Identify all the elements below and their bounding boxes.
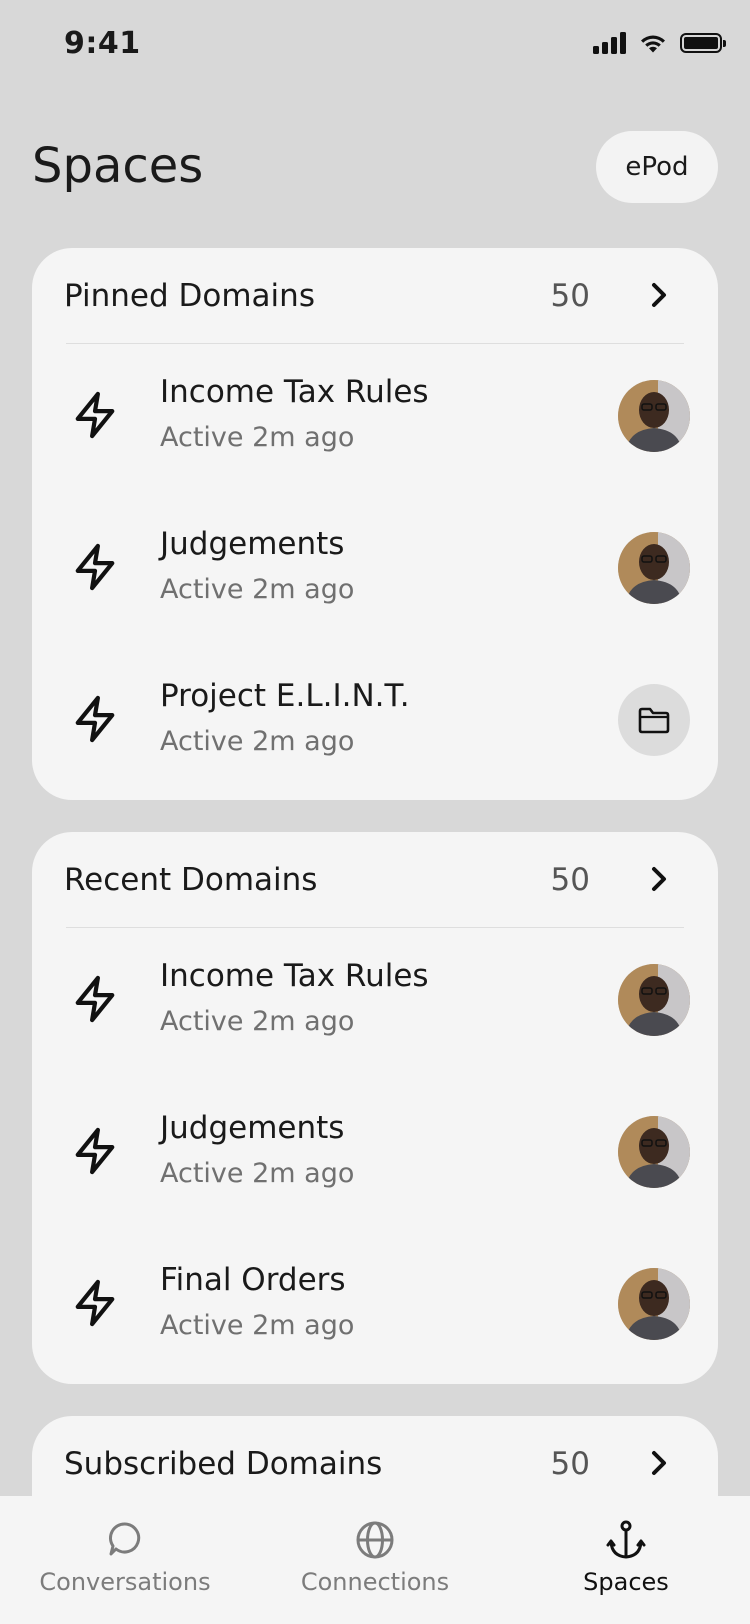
- pinned-domains-card: Pinned Domains 50 Income Tax Rules Activ…: [32, 248, 718, 800]
- avatar: [618, 380, 690, 452]
- domain-activity: Active 2m ago: [160, 574, 355, 605]
- tab-conversations[interactable]: Conversations: [38, 1496, 212, 1624]
- tab-connections[interactable]: Connections: [290, 1496, 460, 1624]
- lightning-bolt-icon: [75, 695, 115, 743]
- globe-icon: [356, 1521, 394, 1559]
- folder-icon: [638, 707, 670, 734]
- chevron-right-icon[interactable]: [644, 280, 674, 310]
- domain-title: Final Orders: [160, 1262, 346, 1298]
- domain-title: Income Tax Rules: [160, 958, 429, 994]
- recent-domains-card: Recent Domains 50 Income Tax Rules Activ…: [32, 832, 718, 1384]
- section-title: Subscribed Domains: [64, 1446, 383, 1482]
- status-time: 9:41: [64, 26, 141, 61]
- cellular-signal-icon: [593, 32, 626, 54]
- lightning-bolt-icon: [75, 543, 115, 591]
- avatar: [618, 532, 690, 604]
- status-icons: [593, 32, 726, 54]
- chevron-right-icon[interactable]: [644, 864, 674, 894]
- avatar: [618, 1268, 690, 1340]
- recent-domains-header[interactable]: Recent Domains 50: [32, 832, 718, 928]
- lightning-bolt-icon: [75, 975, 115, 1023]
- domain-title: Judgements: [160, 526, 345, 562]
- section-count: 50: [550, 278, 590, 314]
- section-title: Pinned Domains: [64, 278, 315, 314]
- avatar: [618, 964, 690, 1036]
- status-bar: 9:41: [0, 0, 750, 92]
- tab-label: Connections: [300, 1568, 450, 1596]
- domain-activity: Active 2m ago: [160, 726, 355, 757]
- avatar: [618, 1116, 690, 1188]
- tab-label: Spaces: [583, 1568, 669, 1596]
- domain-activity: Active 2m ago: [160, 1158, 355, 1189]
- epod-button[interactable]: ePod: [596, 131, 718, 203]
- tab-spaces[interactable]: Spaces: [576, 1496, 676, 1624]
- lightning-bolt-icon: [75, 391, 115, 439]
- domain-title: Income Tax Rules: [160, 374, 429, 410]
- domain-row[interactable]: Final Orders Active 2m ago: [32, 1232, 718, 1384]
- wifi-icon: [641, 35, 665, 53]
- domain-title: Project E.L.I.N.T.: [160, 678, 410, 714]
- section-count: 50: [550, 1446, 590, 1482]
- lightning-bolt-icon: [75, 1279, 115, 1327]
- domain-title: Judgements: [160, 1110, 345, 1146]
- tab-label: Conversations: [39, 1568, 211, 1596]
- pinned-domains-header[interactable]: Pinned Domains 50: [32, 248, 718, 344]
- battery-icon: [680, 33, 726, 53]
- section-count: 50: [550, 862, 590, 898]
- domain-row[interactable]: Judgements Active 2m ago: [32, 496, 718, 648]
- chevron-right-icon[interactable]: [644, 1448, 674, 1478]
- lightning-bolt-icon: [75, 1127, 115, 1175]
- domain-row[interactable]: Judgements Active 2m ago: [32, 1080, 718, 1232]
- domain-row[interactable]: Income Tax Rules Active 2m ago: [32, 344, 718, 496]
- page-title: Spaces: [32, 138, 204, 194]
- domain-activity: Active 2m ago: [160, 422, 355, 453]
- anchor-icon: [606, 1520, 646, 1559]
- domain-row[interactable]: Income Tax Rules Active 2m ago: [32, 928, 718, 1080]
- folder-badge: [618, 684, 690, 756]
- tab-bar: Conversations Connections Spaces: [0, 1496, 750, 1624]
- domain-row[interactable]: Project E.L.I.N.T. Active 2m ago: [32, 648, 718, 800]
- section-title: Recent Domains: [64, 862, 318, 898]
- domain-activity: Active 2m ago: [160, 1310, 355, 1341]
- domain-activity: Active 2m ago: [160, 1006, 355, 1037]
- chat-bubble-icon: [109, 1522, 141, 1556]
